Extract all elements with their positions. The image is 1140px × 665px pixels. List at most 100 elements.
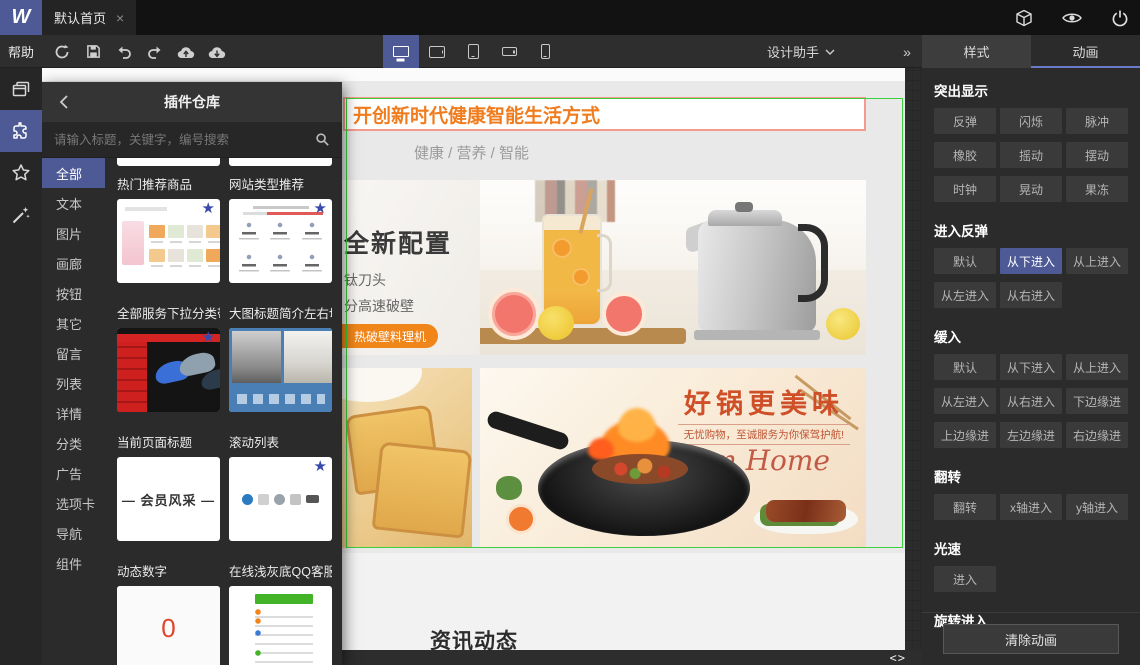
category-item[interactable]: 画廊	[42, 248, 105, 278]
animation-button[interactable]: 左边缘进	[1000, 422, 1062, 448]
animation-button[interactable]: 默认	[934, 354, 996, 380]
category-item[interactable]: 分类	[42, 428, 105, 458]
plugin-card-dynamic-number[interactable]: 0	[117, 586, 220, 665]
category-item[interactable]: 广告	[42, 458, 105, 488]
animation-button[interactable]: 摇动	[1000, 142, 1062, 168]
animation-button[interactable]: 下边缘进	[1066, 388, 1128, 414]
favorite-star-icon[interactable]: ★	[314, 459, 327, 474]
sidebar-item-tools[interactable]	[0, 194, 42, 236]
category-item[interactable]: 详情	[42, 398, 105, 428]
selected-title-element[interactable]: 开创新时代健康智能生活方式	[343, 97, 866, 131]
animation-button[interactable]: 晃动	[1000, 176, 1062, 202]
components-cube-icon[interactable]	[1014, 8, 1034, 28]
sidebar-item-pages[interactable]	[0, 68, 42, 110]
category-item[interactable]: 按钮	[42, 278, 105, 308]
animation-button[interactable]: 橡胶	[934, 142, 996, 168]
undo-icon[interactable]	[114, 42, 134, 62]
category-item[interactable]: 导航	[42, 518, 105, 548]
design-assistant-dropdown[interactable]: 设计助手	[767, 35, 835, 68]
device-tablet-portrait-button[interactable]	[455, 35, 491, 68]
animation-button[interactable]: 从右进入	[1000, 388, 1062, 414]
animation-button[interactable]: 果冻	[1066, 176, 1128, 202]
wok-banner[interactable]: 好锅更美味 无忧购物，至诚服务为你保驾护航! Warm Home	[480, 368, 866, 548]
help-button[interactable]: 帮助	[0, 35, 42, 68]
favorite-star-icon[interactable]: ★	[202, 330, 215, 345]
plugin-card-site-types[interactable]: ★	[229, 199, 332, 283]
category-item[interactable]: 列表	[42, 368, 105, 398]
hero-banner[interactable]: 全新配置 钛刀头 分高速破壁 热破壁料理机	[342, 180, 866, 355]
category-item[interactable]: 组件	[42, 548, 105, 578]
plugin-search-input[interactable]	[54, 132, 307, 147]
animation-button[interactable]: 翻转	[934, 494, 996, 520]
back-chevron-icon[interactable]	[58, 94, 70, 110]
device-desktop-button[interactable]	[383, 35, 419, 68]
plugin-card-big-image-switch[interactable]	[229, 328, 332, 412]
animation-button[interactable]: 脉冲	[1066, 108, 1128, 134]
cloud-download-icon[interactable]	[207, 42, 227, 62]
plugin-panel-header: 插件仓库	[42, 82, 342, 122]
preview-eye-icon[interactable]	[1062, 8, 1082, 28]
photo-lemon	[826, 308, 860, 340]
bread-photo[interactable]	[342, 368, 472, 548]
animation-button[interactable]: 从下进入	[1000, 248, 1062, 274]
plugin-card-label: 热门推荐商品	[117, 178, 193, 192]
category-item[interactable]: 全部	[42, 158, 105, 188]
canvas-scrollbar[interactable]	[905, 68, 922, 650]
plugin-card-hot-products[interactable]: ★	[117, 199, 220, 283]
animation-button[interactable]: 从左进入	[934, 388, 996, 414]
plugin-card-dropdown-category[interactable]: ★	[117, 328, 220, 412]
animation-button[interactable]: 上边缘进	[934, 422, 996, 448]
animation-button[interactable]: 右边缘进	[1066, 422, 1128, 448]
canvas-bottom-bar: <>	[342, 650, 922, 665]
animation-button[interactable]: 从上进入	[1066, 354, 1128, 380]
plugin-card-cutoff[interactable]	[229, 158, 332, 166]
redo-icon[interactable]	[145, 42, 165, 62]
animation-button[interactable]: 进入	[934, 566, 996, 592]
plugin-card-qq-service[interactable]	[229, 586, 332, 665]
page-subtitle[interactable]: 健康 / 营养 / 智能	[414, 142, 529, 163]
animation-button[interactable]: y轴进入	[1066, 494, 1128, 520]
category-item[interactable]: 文本	[42, 188, 105, 218]
code-view-icon[interactable]: <>	[890, 650, 906, 665]
sidebar-item-favorites[interactable]	[0, 152, 42, 194]
animation-button[interactable]: 摆动	[1066, 142, 1128, 168]
animation-button[interactable]: 反弹	[934, 108, 996, 134]
page-tab[interactable]: 默认首页 ×	[42, 0, 137, 35]
save-icon[interactable]	[83, 42, 103, 62]
device-phone-portrait-button[interactable]	[527, 35, 563, 68]
animation-button[interactable]: 从上进入	[1066, 248, 1128, 274]
category-item[interactable]: 选项卡	[42, 488, 105, 518]
app-logo[interactable]: W	[0, 0, 42, 35]
animation-button[interactable]: 闪烁	[1000, 108, 1062, 134]
category-item[interactable]: 留言	[42, 338, 105, 368]
favorite-star-icon[interactable]: ★	[314, 201, 327, 216]
category-item[interactable]: 图片	[42, 218, 105, 248]
animation-button[interactable]: 从右进入	[1000, 282, 1062, 308]
animation-button[interactable]: 默认	[934, 248, 996, 274]
tab-animation[interactable]: 动画	[1031, 35, 1140, 68]
clear-animation-button[interactable]: 清除动画	[943, 624, 1119, 654]
tab-style[interactable]: 样式	[922, 35, 1031, 68]
tab-close-icon[interactable]: ×	[116, 10, 124, 26]
plugin-card-cutoff[interactable]	[117, 158, 220, 166]
collapse-panel-icon[interactable]: »	[896, 35, 918, 68]
device-tablet-landscape-button[interactable]	[419, 35, 455, 68]
animation-button[interactable]: x轴进入	[1000, 494, 1062, 520]
animation-button[interactable]: 时钟	[934, 176, 996, 202]
sidebar-item-plugins[interactable]	[0, 110, 42, 152]
animation-button[interactable]: 从左进入	[934, 282, 996, 308]
refresh-icon[interactable]	[52, 42, 72, 62]
favorite-star-icon[interactable]: ★	[202, 201, 215, 216]
hero-product-button[interactable]: 热破壁料理机	[342, 324, 439, 348]
category-item[interactable]: 其它	[42, 308, 105, 338]
animation-panel: 突出显示 反弹 闪烁 脉冲 橡胶 摇动 摆动 时钟 晃动 果冻 进入反弹 默认 从下进入 从上进入从…	[922, 68, 1140, 665]
animation-button[interactable]: 从下进入	[1000, 354, 1062, 380]
page-canvas[interactable]: 开创新时代健康智能生活方式 健康 / 营养 / 智能 全新配置 钛刀头 分高速破…	[342, 68, 905, 665]
cloud-upload-icon[interactable]	[176, 42, 196, 62]
plugin-card-scroll-list[interactable]: ★	[229, 457, 332, 541]
section-title: 光速	[934, 542, 961, 557]
plugin-card-page-title[interactable]: — 会员风采 —	[117, 457, 220, 541]
search-icon[interactable]	[315, 132, 330, 147]
device-phone-landscape-button[interactable]	[491, 35, 527, 68]
power-icon[interactable]	[1110, 8, 1130, 28]
